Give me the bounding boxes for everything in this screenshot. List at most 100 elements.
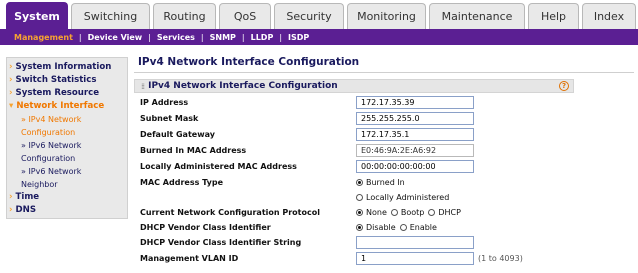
arrow-right-icon: › — [9, 62, 13, 72]
row-mac-type: MAC Address Type Burned In Locally Admin… — [140, 176, 600, 206]
radio-selected-icon — [356, 224, 363, 231]
dhcp-vendor-enable-radio[interactable]: Enable — [399, 223, 437, 232]
row-protocol: Current Network Configuration Protocol N… — [140, 206, 600, 221]
burned-mac-value: E0:46:9A:2E:A6:92 — [356, 144, 474, 157]
sidebar-sub-ipv6-network[interactable]: » IPv6 Network — [9, 139, 127, 152]
subnav-device-view[interactable]: Device View — [88, 33, 143, 42]
protocol-label: Current Network Configuration Protocol — [140, 208, 320, 217]
radio-label: Disable — [366, 223, 396, 232]
sidebar-item-label: Network Interface — [16, 101, 105, 111]
row-default-gateway: Default Gateway 172.17.35.1 — [140, 128, 600, 143]
subnav-separator: | — [148, 32, 151, 42]
sidebar-sub-ipv6-configuration[interactable]: Configuration — [9, 152, 127, 165]
tab-monitoring[interactable]: Monitoring — [347, 3, 426, 29]
sidebar-item-label: DNS — [15, 205, 37, 215]
section-title: IPv4 Network Interface Configuration — [148, 81, 338, 91]
default-gateway-input[interactable]: 172.17.35.1 — [356, 128, 474, 141]
local-mac-input[interactable]: 00:00:00:00:00:00 — [356, 160, 474, 173]
ip-address-input[interactable]: 172.17.35.39 — [356, 96, 474, 109]
sidebar-item-system-information[interactable]: › System Information — [9, 61, 127, 74]
help-icon[interactable]: ? — [559, 81, 569, 91]
radio-unselected-icon — [390, 209, 398, 216]
divider — [134, 72, 634, 73]
drag-handle-icon: ⁞⁞ — [141, 81, 145, 91]
subnet-mask-label: Subnet Mask — [140, 114, 199, 123]
subnav-isdp[interactable]: ISDP — [288, 33, 309, 42]
protocol-bootp-radio[interactable]: Bootp — [390, 208, 425, 217]
subnav-snmp[interactable]: SNMP — [210, 33, 236, 42]
radio-label: Bootp — [400, 208, 425, 217]
tab-switching[interactable]: Switching — [71, 3, 150, 29]
arrow-right-icon: › — [9, 192, 13, 202]
arrow-right-icon: › — [9, 88, 13, 98]
row-ip-address: IP Address 172.17.35.39 — [140, 96, 600, 111]
tab-index[interactable]: Index — [582, 3, 636, 29]
dhcp-vendor-string-label: DHCP Vendor Class Identifier String — [140, 238, 302, 247]
sidebar-item-network-interface[interactable]: ▾ Network Interface — [9, 100, 127, 113]
mac-type-label: MAC Address Type — [140, 178, 224, 187]
section-header: ⁞⁞ IPv4 Network Interface Configuration … — [134, 79, 574, 93]
sidebar-item-label: Switch Statistics — [15, 75, 97, 85]
radio-selected-icon — [356, 209, 363, 216]
mgmt-vlan-hint: (1 to 4093) — [478, 254, 523, 263]
dhcp-vendor-disable-radio[interactable]: Disable — [356, 223, 396, 232]
arrow-right-icon: › — [9, 205, 13, 215]
row-burned-mac: Burned In MAC Address E0:46:9A:2E:A6:92 — [140, 144, 600, 159]
subnet-mask-input[interactable]: 255.255.255.0 — [356, 112, 474, 125]
sidebar-sub-ipv6-neighbor[interactable]: Neighbor — [9, 178, 127, 191]
dhcp-vendor-id-label: DHCP Vendor Class Identifier — [140, 223, 271, 232]
mac-type-burned-in-radio[interactable]: Burned In — [356, 178, 405, 187]
ip-address-label: IP Address — [140, 98, 189, 107]
row-subnet-mask: Subnet Mask 255.255.255.0 — [140, 112, 600, 127]
arrow-down-icon: ▾ — [9, 101, 14, 111]
radio-label: None — [366, 208, 387, 217]
sidebar-item-system-resource[interactable]: › System Resource — [9, 87, 127, 100]
radio-label: Burned In — [366, 178, 405, 187]
sidebar-item-time[interactable]: › Time — [9, 191, 127, 204]
sidebar-item-label: Time — [15, 192, 40, 202]
mac-type-local-radio[interactable]: Locally Administered — [356, 193, 449, 202]
radio-label: Enable — [409, 223, 437, 232]
default-gateway-label: Default Gateway — [140, 130, 215, 139]
sidebar-item-label: System Resource — [15, 88, 100, 98]
tab-security[interactable]: Security — [274, 3, 344, 29]
sidebar-sub-ipv6-network-neighbor[interactable]: » IPv6 Network — [9, 165, 127, 178]
radio-selected-icon — [356, 179, 363, 186]
sidebar-sub-ipv4-network[interactable]: » IPv4 Network — [9, 113, 127, 126]
top-tab-bar: System Switching Routing QoS Security Mo… — [0, 0, 638, 29]
tab-routing[interactable]: Routing — [153, 3, 216, 29]
radio-label: DHCP — [438, 208, 461, 217]
local-mac-label: Locally Administered MAC Address — [140, 162, 297, 171]
subnav-separator: | — [279, 32, 283, 42]
protocol-dhcp-radio[interactable]: DHCP — [428, 208, 461, 217]
page-title: IPv4 Network Interface Configuration — [138, 56, 360, 68]
sidebar-item-label: System Information — [15, 62, 112, 72]
mgmt-vlan-input[interactable]: 1 — [356, 252, 474, 265]
sidebar-item-dns[interactable]: › DNS — [9, 204, 127, 217]
row-dhcp-vendor-string: DHCP Vendor Class Identifier String — [140, 236, 600, 251]
subnav-lldp[interactable]: LLDP — [251, 33, 274, 42]
subnav-separator: | — [78, 32, 82, 42]
sidebar: › System Information › Switch Statistics ›… — [6, 57, 128, 219]
mgmt-vlan-label: Management VLAN ID — [140, 254, 239, 263]
row-local-mac: Locally Administered MAC Address 00:00:0… — [140, 160, 600, 175]
row-dhcp-vendor-id: DHCP Vendor Class Identifier Disable Ena… — [140, 221, 600, 236]
radio-unselected-icon — [399, 224, 407, 231]
tab-help[interactable]: Help — [528, 3, 579, 29]
subnav-management[interactable]: Management — [14, 33, 73, 42]
subnav-separator: | — [241, 32, 245, 42]
sidebar-item-switch-statistics[interactable]: › Switch Statistics — [9, 74, 127, 87]
dhcp-vendor-string-input[interactable] — [356, 236, 474, 249]
subnav-services[interactable]: Services — [157, 33, 195, 42]
radio-label: Locally Administered — [366, 193, 450, 202]
sidebar-sub-ipv4-configuration[interactable]: Configuration — [9, 126, 127, 139]
tab-maintenance[interactable]: Maintenance — [429, 3, 525, 29]
protocol-none-radio[interactable]: None — [356, 208, 387, 217]
burned-mac-label: Burned In MAC Address — [140, 146, 247, 155]
tab-qos[interactable]: QoS — [219, 3, 271, 29]
tab-system[interactable]: System — [6, 2, 68, 29]
radio-unselected-icon — [356, 194, 363, 201]
subnav-separator: | — [200, 32, 204, 42]
radio-unselected-icon — [428, 209, 436, 216]
arrow-right-icon: › — [9, 75, 13, 85]
